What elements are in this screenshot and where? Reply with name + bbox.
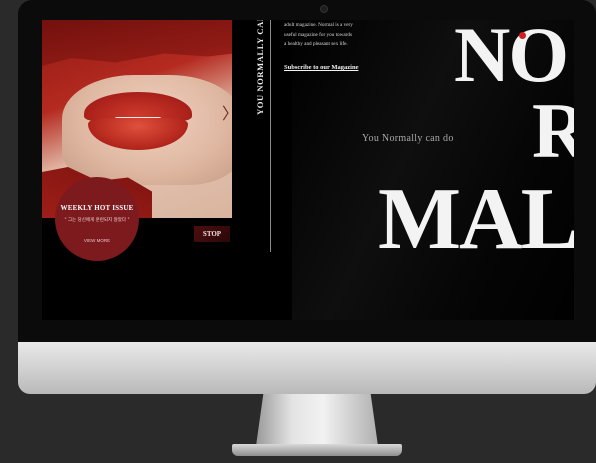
monitor-stand-neck <box>256 394 378 446</box>
weekly-hot-issue-title: WEEKLY HOT ISSUE <box>60 204 134 212</box>
wordmark-line-3: MAL <box>378 171 574 268</box>
slogan-text: You Normally can do <box>362 133 454 144</box>
intro-paragraph: adult magazine. Normal is a very useful … <box>284 21 374 50</box>
wordmark-line-2: R <box>532 87 574 174</box>
column-divider <box>270 20 271 252</box>
webcam-icon <box>320 5 328 13</box>
weekly-hot-issue-quote: " 그는 당신에게 훈련되지 않았다 " <box>64 218 130 223</box>
view-more-link[interactable]: VIEW MORE <box>55 238 139 243</box>
weekly-hot-issue-badge[interactable]: WEEKLY HOT ISSUE " 그는 당신에게 훈련되지 않았다 " VI… <box>55 177 139 261</box>
monitor-stand-base <box>232 444 402 456</box>
wordmark-line-1: NO <box>454 20 569 98</box>
monitor-chin <box>18 342 596 394</box>
intro-line: adult magazine. Normal is a very <box>284 22 353 28</box>
stop-button[interactable]: STOP <box>194 226 230 242</box>
intro-line: useful magazine for you towards <box>284 31 352 38</box>
chevron-right-icon[interactable]: 〉 <box>222 106 232 122</box>
subscribe-link[interactable]: Subscribe to our Magazine <box>284 64 358 71</box>
accent-dot <box>519 32 526 39</box>
vertical-tagline: YOU NORMALLY CAN DO <box>255 20 265 115</box>
intro-line: a healthy and pleasant sex life. <box>284 41 348 47</box>
website-screen: 〉 WEEKLY HOT ISSUE " 그는 당신에게 훈련되지 않았다 " … <box>42 20 574 320</box>
